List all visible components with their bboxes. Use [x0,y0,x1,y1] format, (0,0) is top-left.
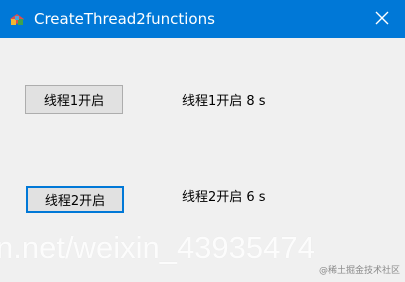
watermark-badge: @稀土掘金技术社区 [318,266,400,276]
thread2-start-button[interactable]: 线程2开启 [26,186,124,213]
close-button[interactable] [359,0,405,38]
thread1-start-button[interactable]: 线程1开启 [25,85,123,114]
thread1-status-label: 线程1开启 8 s [182,94,266,109]
client-area: 线程1开启 线程1开启 8 s 线程2开启 线程2开启 6 s n.net/we… [0,38,405,282]
title-bar[interactable]: CreateThread2functions [0,0,405,38]
watermark-text: n.net/weixin_43935474 [0,230,315,265]
close-icon [375,10,389,29]
app-window: CreateThread2functions 线程1开启 线程1开启 8 s 线… [0,0,405,282]
window-title: CreateThread2functions [34,10,215,28]
app-icon [8,10,26,28]
thread2-status-label: 线程2开启 6 s [182,190,266,205]
